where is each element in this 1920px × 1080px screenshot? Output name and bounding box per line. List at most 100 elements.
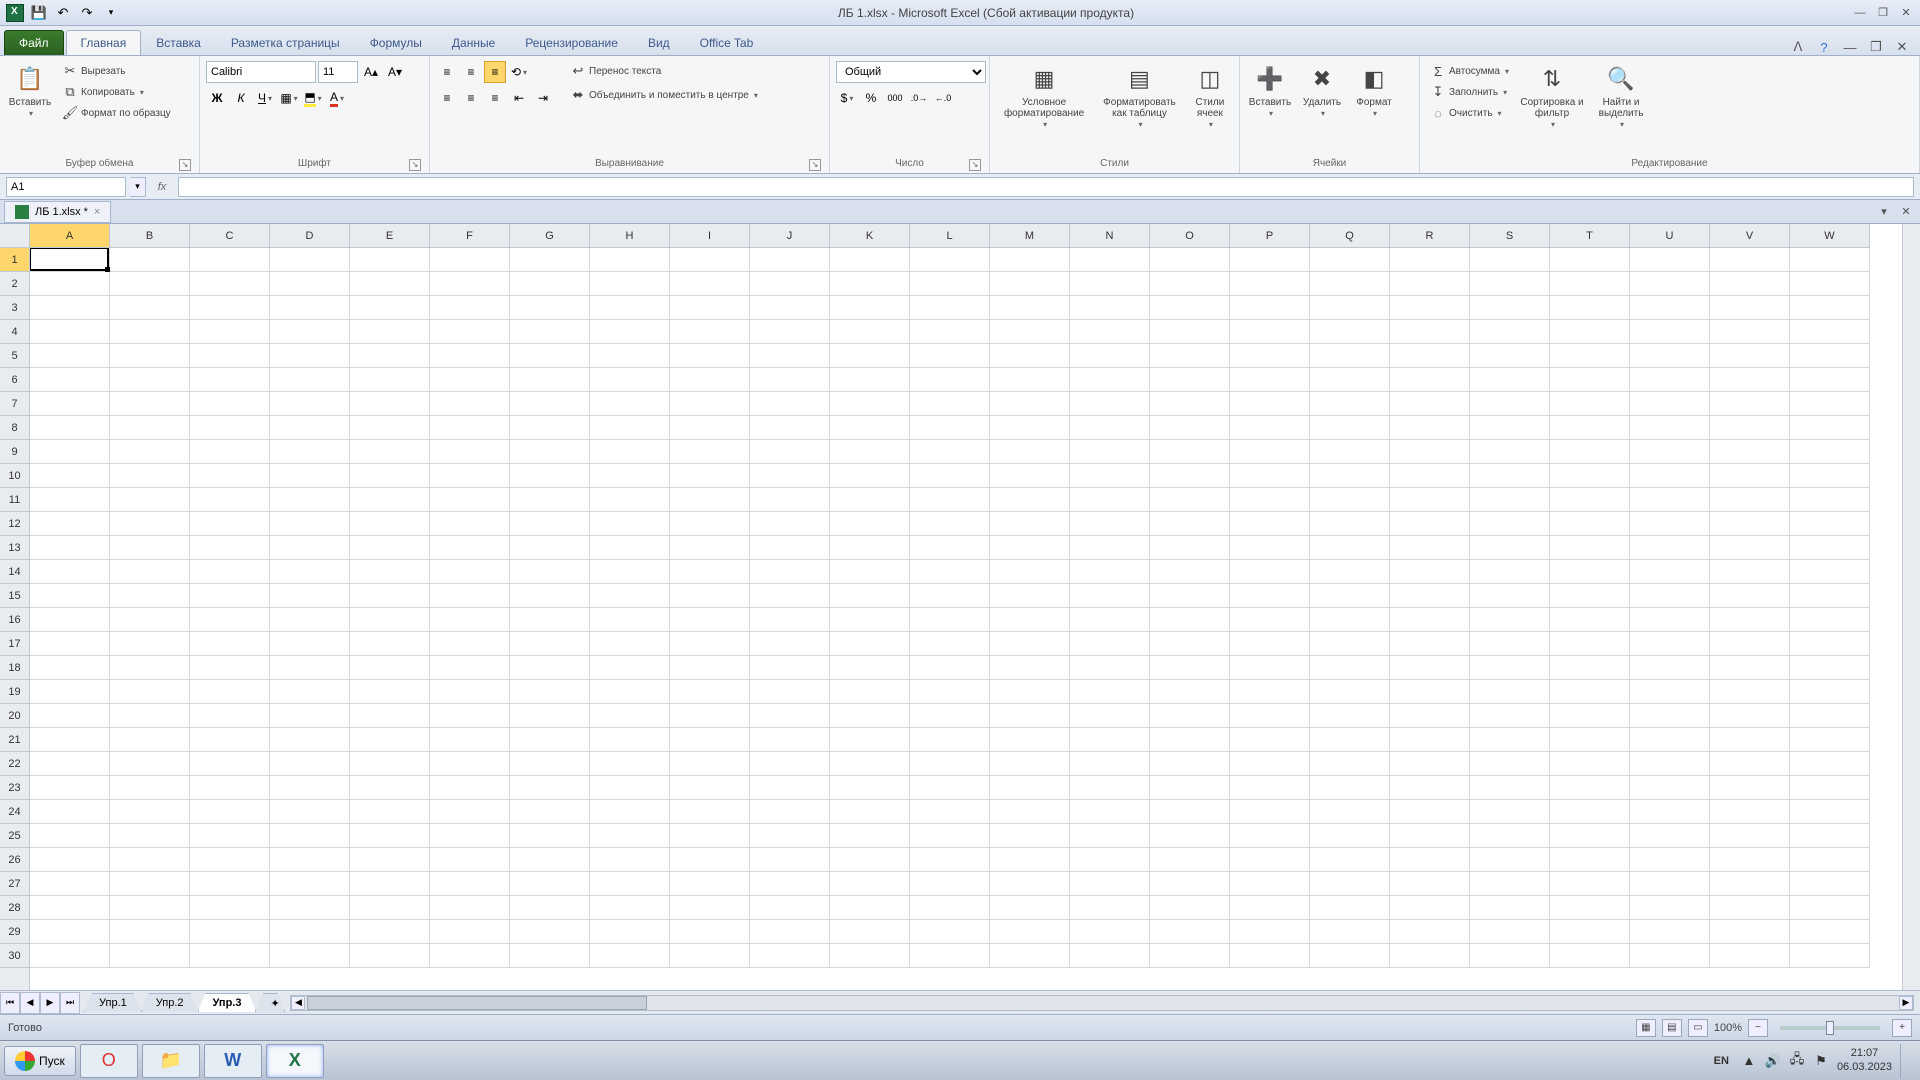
cell[interactable]	[830, 440, 910, 464]
zoom-slider[interactable]	[1780, 1026, 1880, 1030]
cell[interactable]	[190, 608, 270, 632]
cell[interactable]	[1310, 680, 1390, 704]
row-header[interactable]: 10	[0, 464, 29, 488]
cell[interactable]	[430, 392, 510, 416]
cell[interactable]	[30, 296, 110, 320]
cell[interactable]	[190, 800, 270, 824]
doc-tabs-dropdown[interactable]: ▾	[1874, 204, 1894, 220]
cell[interactable]	[1070, 920, 1150, 944]
cell[interactable]	[830, 632, 910, 656]
cell[interactable]	[590, 632, 670, 656]
row-header[interactable]: 8	[0, 416, 29, 440]
cell[interactable]	[1070, 392, 1150, 416]
cell[interactable]	[830, 848, 910, 872]
cell[interactable]	[430, 512, 510, 536]
font-name-combo[interactable]	[206, 61, 316, 83]
cell[interactable]	[1230, 656, 1310, 680]
format-painter-button[interactable]: 🖌Формат по образцу	[58, 103, 175, 123]
cell[interactable]	[990, 344, 1070, 368]
cell[interactable]	[1550, 320, 1630, 344]
cell[interactable]	[670, 248, 750, 272]
cell[interactable]	[190, 680, 270, 704]
cell[interactable]	[1390, 584, 1470, 608]
cell[interactable]	[1310, 464, 1390, 488]
cell[interactable]	[830, 656, 910, 680]
cell[interactable]	[910, 728, 990, 752]
cell[interactable]	[190, 560, 270, 584]
cell[interactable]	[510, 344, 590, 368]
cell[interactable]	[110, 464, 190, 488]
cell[interactable]	[590, 488, 670, 512]
cell[interactable]	[670, 320, 750, 344]
cell[interactable]	[1390, 920, 1470, 944]
cell[interactable]	[670, 872, 750, 896]
cell[interactable]	[1310, 248, 1390, 272]
cell[interactable]	[670, 680, 750, 704]
cell[interactable]	[1070, 632, 1150, 656]
cell[interactable]	[510, 704, 590, 728]
cell[interactable]	[1150, 320, 1230, 344]
cell[interactable]	[1790, 440, 1870, 464]
cell[interactable]	[30, 680, 110, 704]
cell[interactable]	[1470, 296, 1550, 320]
cell[interactable]	[830, 296, 910, 320]
cell[interactable]	[750, 440, 830, 464]
cell[interactable]	[510, 464, 590, 488]
cell[interactable]	[190, 368, 270, 392]
cell[interactable]	[910, 320, 990, 344]
row-header[interactable]: 15	[0, 584, 29, 608]
cell[interactable]	[430, 800, 510, 824]
cell[interactable]	[190, 392, 270, 416]
cell[interactable]	[1630, 272, 1710, 296]
cell[interactable]	[190, 896, 270, 920]
cell[interactable]	[110, 632, 190, 656]
cell[interactable]	[430, 920, 510, 944]
cell[interactable]	[1150, 344, 1230, 368]
cell[interactable]	[750, 248, 830, 272]
cell[interactable]	[1710, 392, 1790, 416]
cell[interactable]	[1150, 296, 1230, 320]
cell[interactable]	[670, 584, 750, 608]
cell[interactable]	[1150, 464, 1230, 488]
cell[interactable]	[590, 752, 670, 776]
cell[interactable]	[1150, 896, 1230, 920]
cell[interactable]	[510, 728, 590, 752]
cell[interactable]	[510, 272, 590, 296]
cell[interactable]	[1470, 896, 1550, 920]
cell[interactable]	[1230, 464, 1310, 488]
cell[interactable]	[1470, 248, 1550, 272]
cell[interactable]	[430, 824, 510, 848]
cell[interactable]	[1230, 248, 1310, 272]
cell[interactable]	[510, 896, 590, 920]
cell[interactable]	[110, 248, 190, 272]
cell[interactable]	[350, 368, 430, 392]
number-format-combo[interactable]: Общий	[836, 61, 986, 83]
cell[interactable]	[1710, 632, 1790, 656]
cell[interactable]	[990, 488, 1070, 512]
cell[interactable]	[1310, 440, 1390, 464]
cell[interactable]	[1390, 752, 1470, 776]
cell[interactable]	[1550, 344, 1630, 368]
cell[interactable]	[1550, 704, 1630, 728]
cell[interactable]	[830, 464, 910, 488]
cell[interactable]	[30, 416, 110, 440]
cell[interactable]	[510, 512, 590, 536]
cell[interactable]	[1790, 920, 1870, 944]
cell[interactable]	[1470, 440, 1550, 464]
cell[interactable]	[1230, 944, 1310, 968]
cell[interactable]	[190, 872, 270, 896]
cell[interactable]	[110, 656, 190, 680]
cell[interactable]	[1470, 464, 1550, 488]
cell[interactable]	[1390, 800, 1470, 824]
cell[interactable]	[1390, 872, 1470, 896]
column-header[interactable]: L	[910, 224, 990, 247]
cell[interactable]	[590, 656, 670, 680]
cell[interactable]	[990, 416, 1070, 440]
page-break-view-button[interactable]: ▭	[1688, 1019, 1708, 1037]
cell[interactable]	[830, 584, 910, 608]
format-as-table-button[interactable]: ▤Форматировать как таблицу	[1096, 61, 1183, 132]
cell[interactable]	[30, 656, 110, 680]
cell[interactable]	[270, 872, 350, 896]
cell[interactable]	[750, 848, 830, 872]
cell[interactable]	[590, 392, 670, 416]
